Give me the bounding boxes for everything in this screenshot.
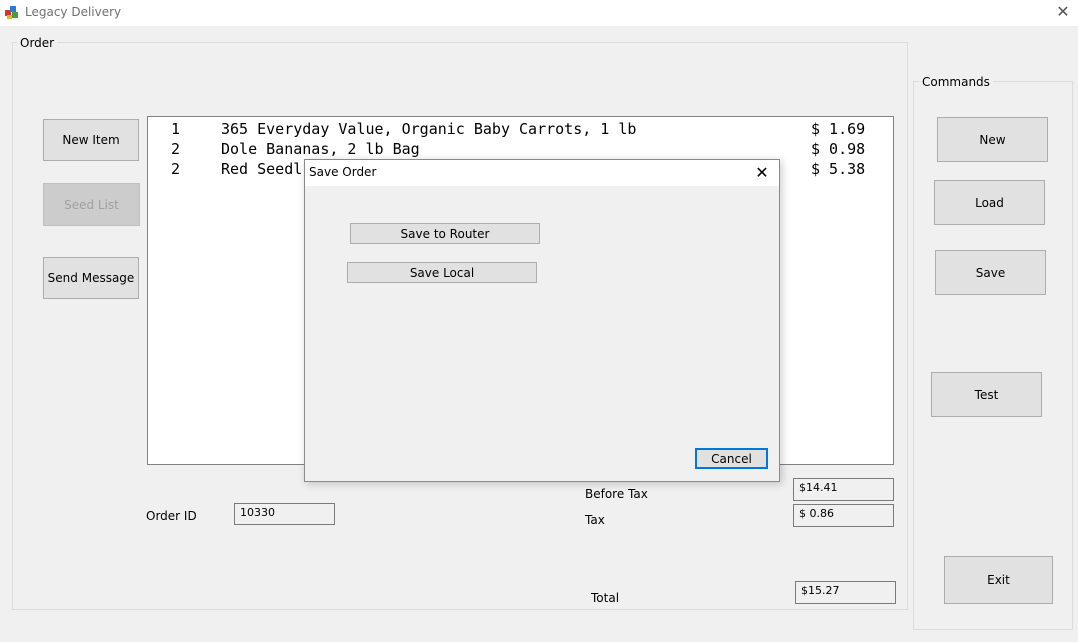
total-label: Total [591, 591, 620, 605]
dialog-title: Save Order [309, 165, 377, 179]
commands-groupbox [913, 81, 1073, 630]
test-button[interactable]: Test [931, 372, 1042, 417]
item-quantity: 2 [171, 160, 181, 178]
tax-label: Tax [585, 513, 605, 527]
exit-button[interactable]: Exit [944, 556, 1053, 604]
app-icon [5, 6, 18, 19]
window-title: Legacy Delivery [25, 5, 122, 19]
list-item[interactable]: 1 365 Everyday Value, Organic Baby Carro… [148, 120, 893, 140]
new-order-button[interactable]: New [937, 117, 1048, 162]
item-name: Red Seedl [221, 160, 303, 178]
send-message-button[interactable]: Send Message [43, 257, 139, 299]
before-tax-field: $14.41 [793, 478, 894, 501]
tax-field: $ 0.86 [793, 504, 894, 527]
cancel-button[interactable]: Cancel [695, 448, 768, 469]
window-close-icon[interactable]: ✕ [1052, 2, 1074, 22]
window-titlebar: Legacy Delivery ✕ [0, 0, 1078, 26]
item-name: Dole Bananas, 2 lb Bag [221, 140, 420, 158]
item-quantity: 1 [171, 120, 181, 138]
commands-group-label: Commands [919, 75, 993, 89]
save-order-dialog: Save Order ✕ Save to Router Save Local C… [304, 159, 780, 482]
save-to-router-button[interactable]: Save to Router [350, 223, 540, 244]
order-id-label: Order ID [146, 509, 197, 523]
item-name: 365 Everyday Value, Organic Baby Carrots… [221, 120, 637, 138]
dialog-titlebar: Save Order ✕ [305, 160, 779, 186]
order-id-field[interactable]: 10330 [234, 503, 335, 525]
item-price: $ 1.69 [811, 120, 866, 138]
seed-list-button[interactable]: Seed List [43, 183, 140, 226]
item-price: $ 0.98 [811, 140, 866, 158]
order-group-label: Order [17, 36, 58, 50]
load-order-button[interactable]: Load [934, 180, 1045, 225]
before-tax-label: Before Tax [585, 487, 648, 501]
list-item[interactable]: 2 Dole Bananas, 2 lb Bag $ 0.98 [148, 140, 893, 160]
save-local-button[interactable]: Save Local [347, 262, 537, 283]
item-price: $ 5.38 [811, 160, 866, 178]
save-order-button[interactable]: Save [935, 250, 1046, 295]
item-quantity: 2 [171, 140, 181, 158]
new-item-button[interactable]: New Item [43, 119, 139, 161]
dialog-close-icon[interactable]: ✕ [751, 162, 773, 184]
total-field: $15.27 [795, 581, 896, 604]
